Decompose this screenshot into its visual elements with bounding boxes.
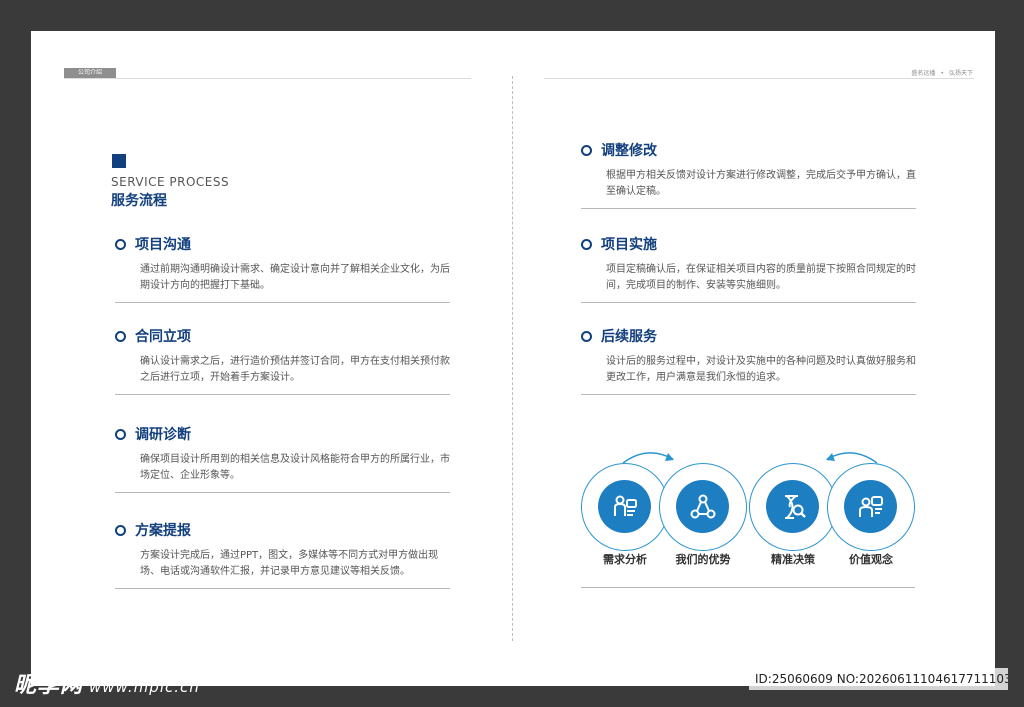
process-step: 方案提报 方案设计完成后，通过PPT，图文，多媒体等不同方式对甲方做出现场、电话… (115, 520, 450, 589)
section-marker-square (112, 154, 126, 168)
ring-bullet-icon (581, 238, 592, 250)
header-rule-left (64, 78, 471, 79)
watermark-brand-text: 昵享网 (14, 673, 84, 698)
step-description: 根据甲方相关反馈对设计方案进行修改调整，完成后交予甲方确认，直至确认定稿。 (606, 170, 916, 197)
ring-bullet-icon (581, 330, 592, 342)
step-divider (115, 394, 450, 395)
value-circles: 需求分析 我们的优势 精准决策 价值观念 (581, 452, 917, 573)
watermark-brand: 昵享网 www.nipic.cn (14, 667, 200, 699)
process-step: 合同立项 确认设计需求之后，进行造价预估并签订合同，甲方在支付相关预付款之后进行… (115, 326, 450, 395)
header-rule-right (544, 78, 974, 79)
header-section-tag: 公司介绍 (64, 68, 116, 78)
step-divider (115, 588, 450, 589)
circle-precise-decision (749, 463, 837, 551)
process-step: 调整修改 根据甲方相关反馈对设计方案进行修改调整，完成后交予甲方确认，直至确认定… (581, 140, 916, 209)
step-description: 项目定稿确认后，在保证相关项目内容的质量前提下按照合同规定的时间，完成项目的制作… (606, 264, 916, 291)
step-description: 确保项目设计所用到的相关信息及设计风格能符合甲方的所属行业，市场定位、企业形象等… (140, 454, 450, 481)
step-title: 后续服务 (601, 329, 657, 345)
process-step: 项目沟通 通过前期沟通明确设计需求、确定设计意向并了解相关企业文化，为后期设计方… (115, 234, 450, 303)
step-divider (581, 302, 916, 303)
step-title: 项目沟通 (135, 237, 191, 253)
infographic-divider (581, 587, 915, 588)
brochure-spread: 公司介绍 盛名远播 • 弘扬天下 SERVICE PROCESS 服务流程 项目沟通… (31, 31, 995, 686)
person-chat-icon (858, 495, 883, 517)
ring-bullet-icon (581, 144, 592, 156)
step-title: 调研诊断 (135, 427, 191, 443)
slogan-part-1: 盛名远播 (911, 70, 936, 77)
ring-bullet-icon (115, 238, 126, 250)
circle-label: 价值观念 (849, 553, 893, 566)
ring-bullet-icon (115, 524, 126, 536)
section-title-zh: 服务流程 (111, 193, 167, 209)
slogan-dot: • (940, 70, 944, 77)
step-description: 设计后的服务过程中，对设计及实施中的各种问题及时认真做好服务和更改工作，用户满意… (606, 356, 916, 383)
people-chat-icon (613, 495, 637, 516)
page-fold-line (512, 76, 513, 641)
header-slogan: 盛名远播 • 弘扬天下 (911, 68, 973, 77)
step-title: 调整修改 (601, 143, 657, 159)
step-divider (115, 492, 450, 493)
ring-bullet-icon (115, 330, 126, 342)
circle-values (827, 463, 915, 551)
network-nodes-icon (690, 494, 715, 518)
circle-label: 我们的优势 (675, 553, 731, 566)
watermark-url: www.nipic.cn (89, 678, 200, 696)
step-description: 通过前期沟通明确设计需求、确定设计意向并了解相关企业文化，为后期设计方向的把握打… (140, 264, 450, 291)
section-title-en: SERVICE PROCESS (111, 175, 230, 189)
step-description: 方案设计完成后，通过PPT，图文，多媒体等不同方式对甲方做出现场、电话或沟通软件… (140, 550, 439, 577)
watermark-id-bar: ID:25060609 NO:20260611104617711103 (749, 668, 1008, 690)
process-step: 后续服务 设计后的服务过程中，对设计及实施中的各种问题及时认真做好服务和更改工作… (581, 326, 916, 395)
step-divider (581, 208, 916, 209)
step-title: 方案提报 (135, 523, 191, 539)
circle-demand-analysis (581, 463, 669, 551)
step-divider (581, 394, 916, 395)
process-step: 项目实施 项目定稿确认后，在保证相关项目内容的质量前提下按照合同规定的时间，完成… (581, 234, 916, 303)
dna-search-icon (784, 494, 806, 519)
ring-bullet-icon (115, 428, 126, 440)
circle-label: 需求分析 (603, 553, 647, 566)
step-title: 合同立项 (135, 329, 191, 345)
process-step: 调研诊断 确保项目设计所用到的相关信息及设计风格能符合甲方的所属行业，市场定位、… (115, 424, 450, 493)
slogan-part-2: 弘扬天下 (948, 70, 973, 77)
circle-our-advantage (659, 463, 747, 551)
step-description: 确认设计需求之后，进行造价预估并签订合同，甲方在支付相关预付款之后进行立项，开始… (140, 356, 450, 383)
step-title: 项目实施 (601, 237, 657, 253)
circle-label: 精准决策 (771, 553, 815, 566)
step-divider (115, 302, 450, 303)
